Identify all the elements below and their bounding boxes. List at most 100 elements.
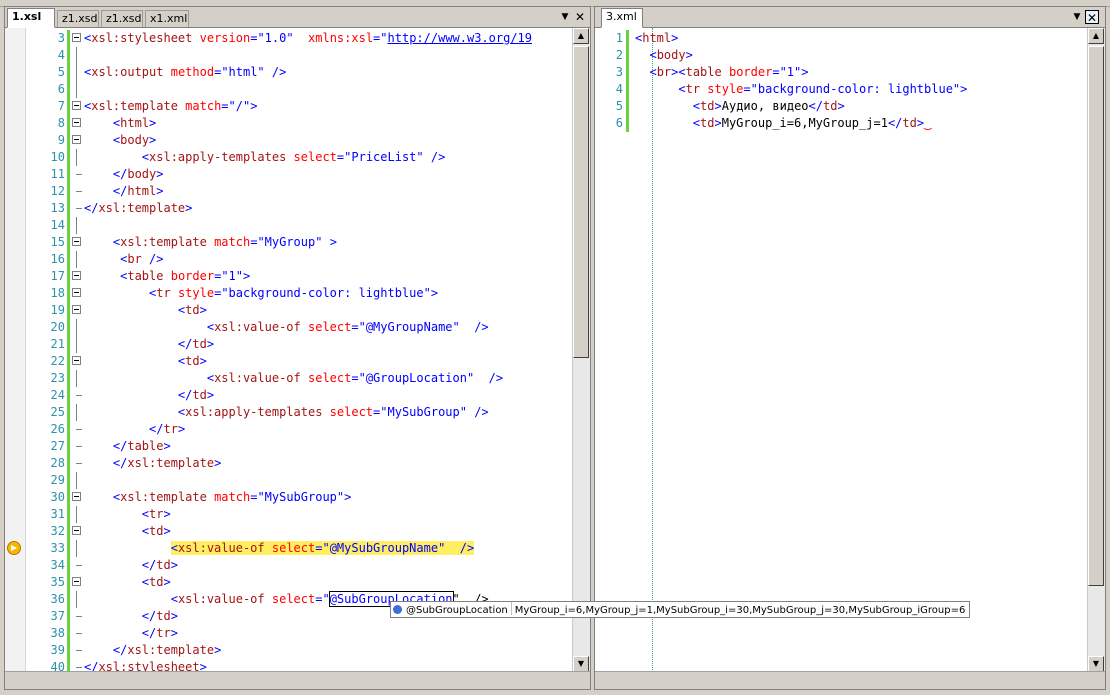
- code-line[interactable]: 8 <html>: [25, 115, 573, 132]
- code-line[interactable]: 31 <tr>: [25, 506, 573, 523]
- line-number: 3: [57, 31, 65, 45]
- code-line[interactable]: 32 <td>: [25, 523, 573, 540]
- code-line[interactable]: 19 <td>: [25, 302, 573, 319]
- change-marker: [67, 166, 70, 183]
- change-marker: [67, 251, 70, 268]
- code-line[interactable]: 6: [25, 81, 573, 98]
- code-line[interactable]: 6 <td>MyGroup_i=6,MyGroup_j=1</td>‿: [595, 115, 1088, 132]
- outline-guide: [76, 667, 82, 668]
- change-marker: [67, 540, 70, 557]
- collapse-icon[interactable]: [72, 288, 81, 297]
- code-line[interactable]: 5 <xsl:output method="html" />: [25, 64, 573, 81]
- breakpoint-margin[interactable]: [5, 28, 26, 672]
- code-line[interactable]: 2 <body>: [595, 47, 1088, 64]
- code-line[interactable]: 27 </table>: [25, 438, 573, 455]
- code-line[interactable]: 33 <xsl:value-of select="@MySubGroupName…: [25, 540, 573, 557]
- code-text: <br><table border="1">: [649, 65, 809, 79]
- debugger-datatip[interactable]: @SubGroupLocation MyGroup_i=6,MyGroup_j=1…: [390, 601, 971, 618]
- code-line[interactable]: 29: [25, 472, 573, 489]
- code-line[interactable]: 14: [25, 217, 573, 234]
- tab-3-xml[interactable]: 3.xml: [601, 8, 643, 28]
- code-line[interactable]: 12 </html>: [25, 183, 573, 200]
- close-document-icon[interactable]: ✕: [573, 10, 587, 24]
- code-line[interactable]: 4 <tr style="background-color: lightblue…: [595, 81, 1088, 98]
- collapse-icon[interactable]: [72, 356, 81, 365]
- code-line[interactable]: 15 <xsl:template match="MyGroup" >: [25, 234, 573, 251]
- collapse-icon[interactable]: [72, 33, 81, 42]
- code-text: </xsl:template>: [112, 643, 222, 657]
- tab-x1-xml[interactable]: x1.xml: [145, 10, 189, 27]
- scroll-up-button[interactable]: ▲: [573, 28, 589, 44]
- right-horizontal-scrollbar[interactable]: [595, 671, 1105, 689]
- code-line[interactable]: 16 <br />: [25, 251, 573, 268]
- collapse-icon[interactable]: [72, 118, 81, 127]
- change-marker: [626, 64, 629, 81]
- collapse-icon[interactable]: [72, 135, 81, 144]
- code-line[interactable]: 3 <br><table border="1">: [595, 64, 1088, 81]
- code-line[interactable]: 28 </xsl:template>: [25, 455, 573, 472]
- tab-dropdown-icon[interactable]: ▼: [1070, 10, 1084, 24]
- collapse-icon[interactable]: [72, 271, 81, 280]
- line-number: 32: [50, 524, 65, 538]
- left-vertical-scrollbar[interactable]: ▲ ▼: [572, 28, 590, 672]
- code-line[interactable]: 17 <table border="1">: [25, 268, 573, 285]
- collapse-icon[interactable]: [72, 492, 81, 501]
- code-line[interactable]: 9 <body>: [25, 132, 573, 149]
- tab-z1-xsd[interactable]: z1.xsd: [57, 10, 99, 27]
- code-line[interactable]: 11 </body>: [25, 166, 573, 183]
- datatip-value[interactable]: MyGroup_i=6,MyGroup_j=1,MySubGroup_i=30,…: [515, 605, 966, 616]
- code-line[interactable]: 22 <td>: [25, 353, 573, 370]
- tab-1-xsl[interactable]: 1.xsl: [7, 8, 55, 28]
- collapse-icon[interactable]: [72, 237, 81, 246]
- code-line[interactable]: 21 </td>: [25, 336, 573, 353]
- code-line[interactable]: 5 <td>Аудио, видео</td>: [595, 98, 1088, 115]
- code-line[interactable]: 25 <xsl:apply-templates select="MySubGro…: [25, 404, 573, 421]
- code-line[interactable]: 20 <xsl:value-of select="@MyGroupName" /…: [25, 319, 573, 336]
- code-line[interactable]: 38 </tr>: [25, 625, 573, 642]
- xsl-code-editor[interactable]: 3 <xsl:stylesheet version="1.0" xmlns:xsl…: [5, 28, 573, 676]
- code-line[interactable]: 23 <xsl:value-of select="@GroupLocation"…: [25, 370, 573, 387]
- tab-z1-xsd-2[interactable]: z1.xsd: [101, 10, 143, 27]
- code-line[interactable]: 10 <xsl:apply-templates select="PriceLis…: [25, 149, 573, 166]
- left-horizontal-scrollbar[interactable]: [5, 671, 590, 689]
- tab-dropdown-icon[interactable]: ▼: [558, 10, 572, 24]
- line-number: 1: [615, 31, 623, 45]
- code-text: <tr style="background-color: lightblue">: [149, 286, 439, 300]
- scroll-down-button[interactable]: ▼: [1088, 656, 1104, 672]
- code-text: </html>: [112, 184, 164, 198]
- code-line[interactable]: 26 </tr>: [25, 421, 573, 438]
- collapse-icon[interactable]: [72, 101, 81, 110]
- outline-guide: [76, 650, 82, 651]
- code-line[interactable]: 24 </td>: [25, 387, 573, 404]
- outline-guide: [76, 506, 77, 523]
- scroll-up-button[interactable]: ▲: [1088, 28, 1104, 44]
- change-marker: [67, 438, 70, 455]
- code-line[interactable]: 13 </xsl:template>: [25, 200, 573, 217]
- line-number: 21: [50, 337, 65, 351]
- outline-guide: [76, 319, 77, 336]
- collapse-icon[interactable]: [72, 577, 81, 586]
- scroll-down-button[interactable]: ▼: [573, 656, 589, 672]
- code-line[interactable]: 35 <td>: [25, 574, 573, 591]
- close-document-icon[interactable]: ✕: [1085, 10, 1099, 25]
- outline-guide: [76, 370, 77, 387]
- change-marker: [67, 217, 70, 234]
- code-line[interactable]: 18 <tr style="background-color: lightblu…: [25, 285, 573, 302]
- current-statement-arrow-icon[interactable]: [7, 541, 21, 555]
- code-line[interactable]: 7 <xsl:template match="/">: [25, 98, 573, 115]
- scroll-thumb[interactable]: [573, 46, 589, 358]
- right-vertical-scrollbar[interactable]: ▲ ▼: [1087, 28, 1105, 672]
- code-line[interactable]: 30 <xsl:template match="MySubGroup">: [25, 489, 573, 506]
- collapse-icon[interactable]: [72, 305, 81, 314]
- code-line[interactable]: 39 </xsl:template>: [25, 642, 573, 659]
- line-number: 29: [50, 473, 65, 487]
- scroll-thumb[interactable]: [1088, 46, 1104, 586]
- code-line[interactable]: 34 </td>: [25, 557, 573, 574]
- line-number: 10: [50, 150, 65, 164]
- xml-code-editor[interactable]: 1 <html> 2 <body> 3 <br><table border="1"> 4…: [595, 28, 1088, 672]
- code-line[interactable]: 3 <xsl:stylesheet version="1.0" xmlns:xsl…: [25, 30, 573, 47]
- code-line[interactable]: 4: [25, 47, 573, 64]
- collapse-icon[interactable]: [72, 526, 81, 535]
- variable-icon: [393, 605, 402, 614]
- code-line[interactable]: 1 <html>: [595, 30, 1088, 47]
